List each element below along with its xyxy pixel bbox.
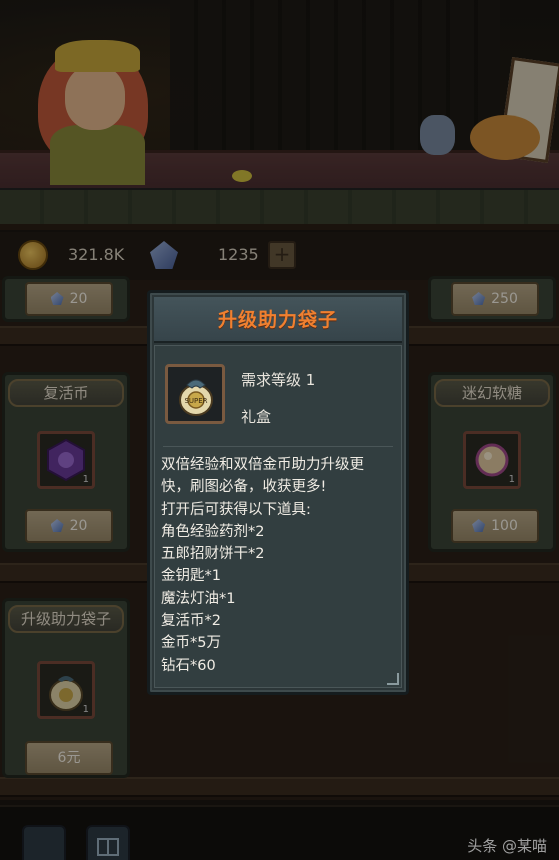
popup-header: 升级助力袋子 [154, 297, 402, 343]
description-line: 双倍经验和双倍金币助力升级更 [161, 457, 364, 473]
description-line: 五郎招财饼干*2 [161, 546, 265, 563]
description-line: 快，刷图必备，收获更多! [161, 479, 327, 496]
item-detail-popup: 升级助力袋子 SUPER 需求等级 1 礼盒 双倍经验和双倍金币助力升级更 快，… [147, 290, 409, 695]
required-level: 需求等级 1 [241, 371, 316, 389]
description-line: 钻石*60 [161, 657, 216, 674]
description-line: 金钥匙*1 [161, 568, 221, 585]
description-line: 金币*5万 [161, 635, 221, 652]
gift-bag-icon: SUPER [179, 379, 213, 416]
popup-body: SUPER 需求等级 1 礼盒 双倍经验和双倍金币助力升级更 快，刷图必备，收获… [154, 345, 402, 688]
popup-title: 升级助力袋子 [217, 309, 338, 331]
item-icon-box: SUPER [165, 364, 225, 424]
description-line: 复活币*2 [161, 613, 221, 630]
item-description: 双倍经验和双倍金币助力升级更 快，刷图必备，收获更多! 打开后可获得以下道具: … [161, 454, 401, 677]
description-line: 角色经验药剂*2 [161, 523, 265, 540]
corner-decoration [387, 673, 399, 685]
svg-text:SUPER: SUPER [184, 397, 207, 405]
divider [163, 446, 393, 447]
description-line: 魔法灯油*1 [161, 590, 236, 607]
description-line: 打开后可获得以下道具: [161, 501, 311, 518]
item-type: 礼盒 [241, 408, 272, 426]
